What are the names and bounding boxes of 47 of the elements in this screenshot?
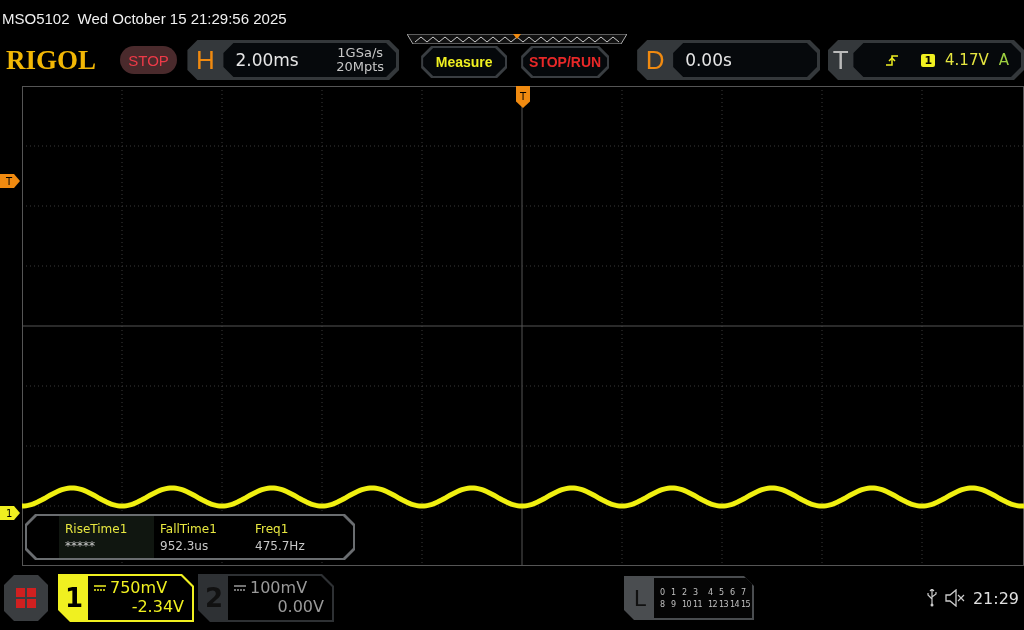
model-name: MSO5102 xyxy=(2,9,70,27)
measurement-name: FallTime1 xyxy=(160,521,218,536)
measurement-name: Freq1 xyxy=(255,521,290,536)
grid-icon xyxy=(15,587,37,609)
logic-bit-label: 1 xyxy=(671,587,677,597)
clock-time: 21:29 xyxy=(972,588,1019,608)
logic-bit-label: 10 xyxy=(682,599,693,609)
measurement-value: ***** xyxy=(65,538,96,553)
speaker-muted-icon[interactable] xyxy=(944,589,965,607)
date-time: Wed October 15 21:29:56 2025 xyxy=(77,9,287,27)
trigger-mode: A xyxy=(998,51,1009,69)
usb-icon xyxy=(926,589,937,607)
measure-button[interactable]: Measure xyxy=(421,46,508,78)
measurement-value: 475.7Hz xyxy=(255,538,306,553)
rising-edge-icon xyxy=(885,53,900,67)
logic-bit-label: 4 xyxy=(708,587,714,597)
logic-bit-label: 12 xyxy=(708,599,719,609)
measurement-value: 952.3us xyxy=(160,538,210,553)
logic-bit-label: 3 xyxy=(693,587,699,597)
brand-logo: RIGOL xyxy=(6,44,98,76)
menu-button[interactable] xyxy=(4,575,48,621)
logic-bit-label: 6 xyxy=(730,587,736,597)
trigger-source-badge: 1 xyxy=(921,53,936,67)
logic-bit-label: 2 xyxy=(682,587,688,597)
logic-bit-label: 5 xyxy=(719,587,725,597)
run-state-indicator: STOP xyxy=(119,46,178,74)
trigger-panel[interactable]: T 1 4.17V A xyxy=(828,40,1024,80)
stop-run-button[interactable]: STOP/RUN xyxy=(521,46,610,78)
horizontal-panel[interactable]: H 2.00ms 1GSa/s 20Mpts xyxy=(187,40,400,80)
logic-bit-label: 0 xyxy=(660,587,666,597)
logic-bit-label: 14 xyxy=(730,599,741,609)
channel-panel[interactable]: 1 750mV -2.34V xyxy=(58,574,194,622)
dc-coupling-icon xyxy=(94,583,106,592)
logic-bit-label: 8 xyxy=(660,599,666,609)
logic-channels-panel[interactable]: L 0 1 2 3 4 5 6 7 8 9 10 11 12 13 14 15 xyxy=(624,576,754,620)
dc-coupling-icon xyxy=(234,583,246,592)
logic-bit-label: 15 xyxy=(741,599,752,609)
trigger-position-marker[interactable]: T xyxy=(516,86,530,108)
channel-offset-marker[interactable]: 1 xyxy=(0,506,20,520)
trigger-level: 4.17V xyxy=(945,51,989,69)
logic-bit-label: 9 xyxy=(671,599,677,609)
trigger-level-marker[interactable]: T xyxy=(0,174,20,188)
logic-bit-label: 13 xyxy=(719,599,730,609)
measurement-name: RiseTime1 xyxy=(65,521,129,536)
logic-bit-label: 11 xyxy=(693,599,704,609)
logic-bit-label: 7 xyxy=(741,587,747,597)
delay-panel[interactable]: D 0.00s xyxy=(637,40,820,80)
